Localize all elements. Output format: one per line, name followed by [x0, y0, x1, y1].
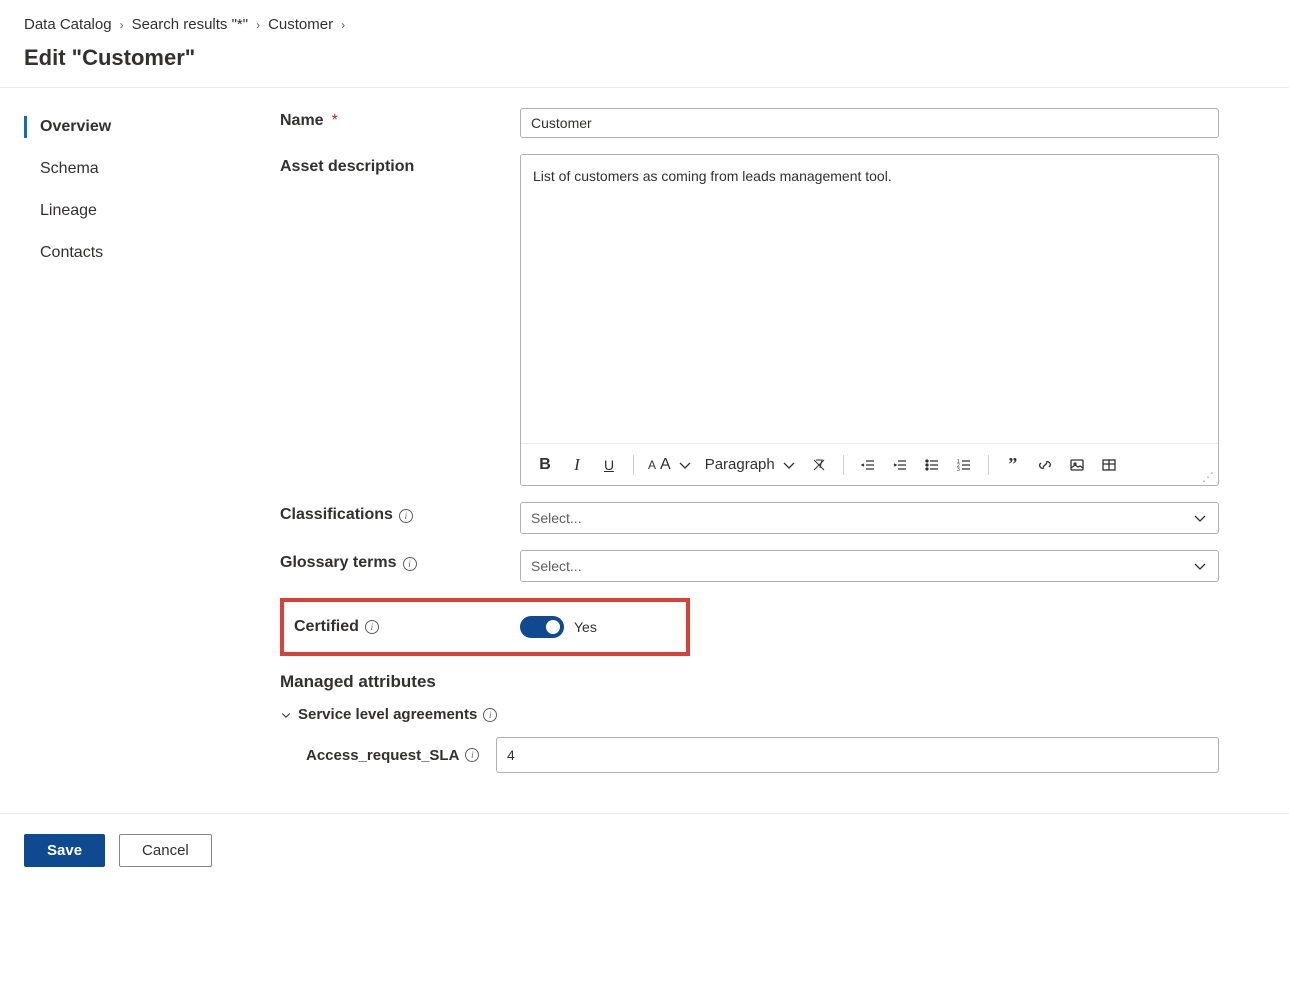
breadcrumb: Data Catalog › Search results "*" › Cust…: [0, 0, 1289, 41]
chevron-right-icon: ›: [341, 18, 345, 32]
select-placeholder: Select...: [531, 510, 582, 526]
chevron-down-icon: [280, 709, 292, 721]
sidebar: Overview Schema Lineage Contacts: [0, 88, 240, 813]
indent-button[interactable]: [886, 451, 914, 479]
access-sla-label: Access_request_SLA i: [280, 747, 496, 764]
italic-button[interactable]: I: [563, 451, 591, 479]
select-placeholder: Select...: [531, 558, 582, 574]
label-text: Name: [280, 112, 324, 130]
info-icon[interactable]: i: [483, 708, 497, 722]
footer-actions: Save Cancel: [0, 813, 1289, 887]
numbered-list-button[interactable]: 123: [950, 451, 978, 479]
managed-attributes-heading: Managed attributes: [280, 672, 1219, 692]
clear-format-button[interactable]: [805, 451, 833, 479]
classifications-label: Classifications i: [280, 502, 520, 534]
chevron-down-icon: [677, 457, 693, 473]
chevron-right-icon: ›: [256, 18, 260, 32]
expander-label: Service level agreements: [298, 706, 477, 723]
toggle-knob: [546, 620, 560, 634]
bullet-list-button[interactable]: [918, 451, 946, 479]
rich-text-editor: List of customers as coming from leads m…: [520, 154, 1219, 486]
certified-label: Certified i: [294, 618, 520, 636]
label-text: Classifications: [280, 506, 393, 524]
chevron-down-icon: [1192, 510, 1208, 526]
certified-value: Yes: [574, 619, 597, 635]
label-text: Access_request_SLA: [306, 747, 459, 764]
required-asterisk: *: [332, 112, 338, 130]
glossary-select[interactable]: Select...: [520, 550, 1219, 582]
breadcrumb-item[interactable]: Customer: [268, 16, 333, 33]
save-button[interactable]: Save: [24, 834, 105, 867]
bold-button[interactable]: B: [531, 451, 559, 479]
chevron-down-icon: [781, 457, 797, 473]
chevron-right-icon: ›: [120, 18, 124, 32]
toolbar-separator: [988, 455, 989, 475]
classifications-select[interactable]: Select...: [520, 502, 1219, 534]
sidebar-item-lineage[interactable]: Lineage: [24, 192, 240, 230]
outdent-button[interactable]: [854, 451, 882, 479]
label-text: Certified: [294, 618, 359, 636]
name-label: Name *: [280, 108, 520, 138]
label-text: Glossary terms: [280, 554, 397, 572]
image-button[interactable]: [1063, 451, 1091, 479]
paragraph-style-dropdown[interactable]: Paragraph: [701, 456, 801, 473]
table-button[interactable]: [1095, 451, 1123, 479]
cancel-button[interactable]: Cancel: [119, 834, 212, 867]
sidebar-item-schema[interactable]: Schema: [24, 150, 240, 188]
quote-button[interactable]: ”: [999, 451, 1027, 479]
svg-text:3: 3: [957, 467, 960, 473]
chevron-down-icon: [1192, 558, 1208, 574]
sidebar-item-overview[interactable]: Overview: [24, 108, 240, 146]
description-label: Asset description: [280, 154, 520, 486]
info-icon[interactable]: i: [365, 620, 379, 634]
access-sla-input[interactable]: [496, 737, 1219, 773]
info-icon[interactable]: i: [399, 509, 413, 523]
underline-button[interactable]: U: [595, 451, 623, 479]
name-input[interactable]: [520, 108, 1219, 138]
toolbar-separator: [633, 455, 634, 475]
certified-toggle[interactable]: [520, 616, 564, 638]
description-textarea[interactable]: List of customers as coming from leads m…: [521, 155, 1218, 443]
certified-row-highlighted: Certified i Yes: [280, 598, 690, 656]
rich-text-toolbar: B I U AA Paragraph: [521, 443, 1218, 485]
link-button[interactable]: [1031, 451, 1059, 479]
label-text: Asset description: [280, 158, 414, 176]
font-size-dropdown[interactable]: AA: [644, 456, 697, 474]
resize-handle[interactable]: ⋰: [1202, 471, 1214, 483]
page-title: Edit "Customer": [0, 41, 1289, 87]
sidebar-item-contacts[interactable]: Contacts: [24, 234, 240, 272]
breadcrumb-item[interactable]: Data Catalog: [24, 16, 112, 33]
toolbar-separator: [843, 455, 844, 475]
glossary-label: Glossary terms i: [280, 550, 520, 582]
sla-group-expander[interactable]: Service level agreements i: [280, 706, 1219, 723]
info-icon[interactable]: i: [403, 557, 417, 571]
breadcrumb-item[interactable]: Search results "*": [132, 16, 249, 33]
paragraph-label: Paragraph: [705, 456, 775, 473]
form-panel: Name * Asset description List of customer…: [240, 88, 1289, 813]
info-icon[interactable]: i: [465, 748, 479, 762]
